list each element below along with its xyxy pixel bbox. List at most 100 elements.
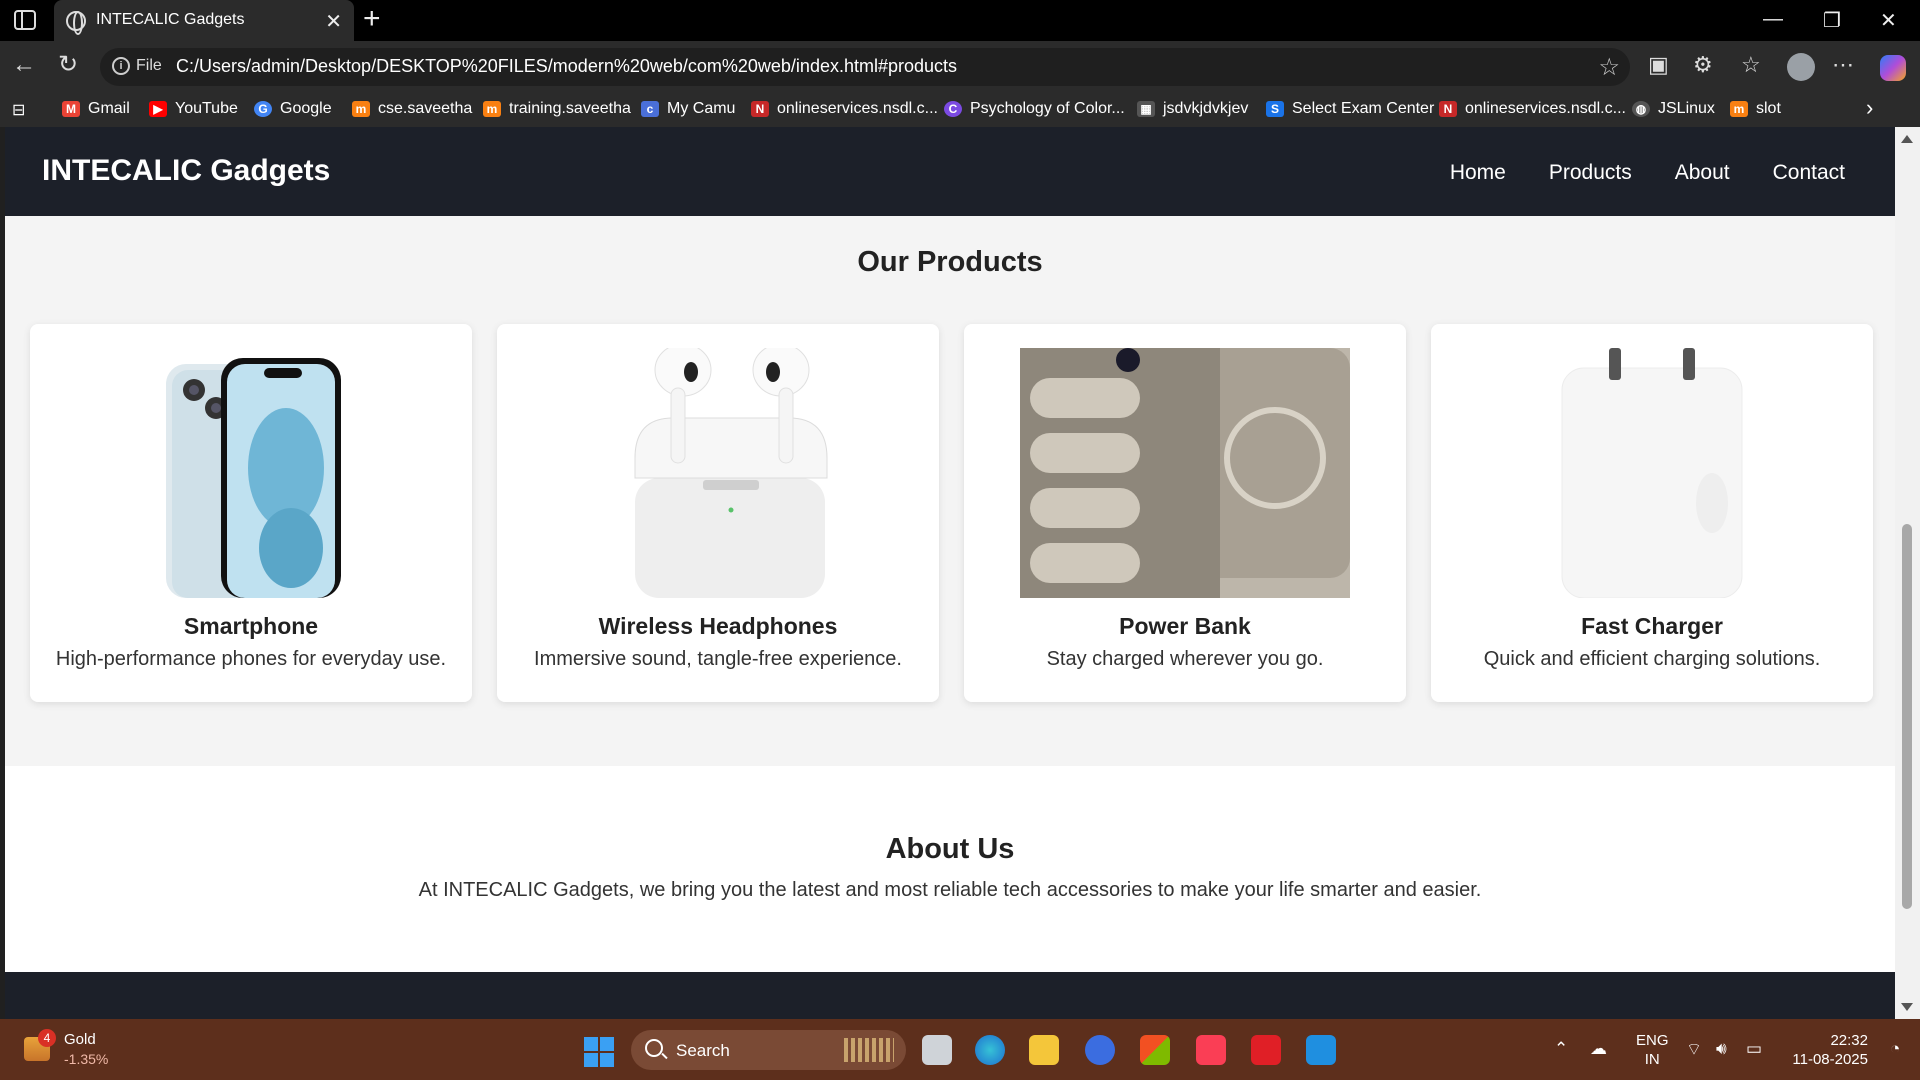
bookmarks-overflow-chevron-icon[interactable]: › [1866,95,1873,121]
url-text[interactable]: C:/Users/admin/Desktop/DESKTOP%20FILES/m… [176,56,957,77]
about-heading: About Us [885,833,1015,865]
windows-logo-icon [584,1037,598,1051]
product-card-smartphone[interactable]: Smartphone High-performance phones for e… [30,324,472,702]
products-heading: Our Products [857,246,1043,278]
bookmark-slot[interactable]: m slot [1730,100,1781,118]
battery-icon[interactable]: ▭ [1746,1039,1762,1059]
nav-home[interactable]: Home [1450,161,1506,185]
edge-icon[interactable] [975,1035,1005,1065]
microsoft-store-icon[interactable] [1140,1035,1170,1065]
info-icon[interactable]: i [112,57,130,75]
bookmark-jsdvkjdvkjev[interactable]: ▦ jsdvkjdvkjev [1137,100,1248,118]
extensions-icon[interactable]: ⚙ [1693,52,1713,78]
new-tab-button[interactable]: + [363,4,381,34]
close-window-button[interactable]: ✕ [1880,8,1897,33]
bookmark-label: training.saveetha [509,100,631,117]
scroll-up-arrow-icon[interactable] [1901,135,1913,143]
task-view-icon[interactable] [922,1035,952,1065]
page-viewport: INTECALIC Gadgets Home Products About Co… [5,127,1895,1019]
canva-icon: C [944,101,962,117]
browser-toolbar: ← ↻ i File C:/Users/admin/Desktop/DESKTO… [0,41,1920,93]
moodle-icon: m [1730,101,1748,117]
youtube-icon: ▶ [149,101,167,117]
bookmark-label: slot [1756,100,1781,117]
system-clock[interactable]: 22:32 11-08-2025 [1786,1031,1868,1069]
favorites-icon[interactable]: ☆ [1741,52,1761,78]
back-icon[interactable]: ← [12,53,36,77]
more-menu-icon[interactable]: ⋯ [1832,52,1854,78]
product-card-fast-charger[interactable]: Fast Charger Quick and efficient chargin… [1431,324,1873,702]
product-name: Wireless Headphones [598,613,838,639]
scrollbar-thumb[interactable] [1902,524,1912,909]
camu-icon: c [641,101,659,117]
file-explorer-icon[interactable] [1029,1035,1059,1065]
bookmark-label: Psychology of Color... [970,100,1125,117]
bookmark-youtube[interactable]: ▶ YouTube [149,100,238,118]
split-screen-icon[interactable]: ▣ [1648,52,1669,78]
bookmark-label: onlineservices.nsdl.c... [1465,100,1626,117]
moodle-icon: m [483,101,501,117]
bookmark-my-camu[interactable]: c My Camu [641,100,735,118]
tray-overflow-chevron-icon[interactable]: ⌃ [1554,1039,1568,1059]
input-language[interactable]: ENG IN [1636,1031,1669,1069]
bookmark-google[interactable]: G Google [254,100,332,118]
restore-button[interactable]: ❐ [1823,8,1841,33]
taskbar-search[interactable]: Search [631,1030,906,1070]
widget-change: -1.35% [64,1051,109,1067]
product-card-wireless-headphones[interactable]: Wireless Headphones Immersive sound, tan… [497,324,939,702]
bookmark-jslinux[interactable]: ◍ JSLinux [1632,100,1715,118]
bookmark-nsdl-2[interactable]: Nonlineservices.nsdl.c... [1439,100,1626,118]
site-header: INTECALIC Gadgets Home Products About Co… [5,127,1895,216]
bookmark-gmail[interactable]: M Gmail [62,100,130,118]
product-name: Fast Charger [1581,613,1723,639]
bookmark-label: My Camu [667,100,736,117]
bookmark-label: Gmail [88,100,130,117]
close-tab-icon[interactable]: ✕ [325,9,342,34]
product-description: High-performance phones for everyday use… [55,648,447,670]
tab-strip: INTECALIC Gadgets ✕ + — ❐ ✕ [0,0,1920,41]
gmail-icon: M [62,101,80,117]
address-bar[interactable]: i File C:/Users/admin/Desktop/DESKTOP%20… [100,48,1630,86]
nav-contact[interactable]: Contact [1773,161,1845,185]
widget-badge: 4 [38,1029,56,1047]
windows-logo-icon [584,1053,598,1067]
onedrive-icon[interactable]: ☁ [1590,1039,1607,1059]
favorite-star-icon[interactable]: ☆ [1598,53,1620,82]
calendar-icon: ▦ [1137,101,1155,117]
notifications-icon[interactable]: ◔ [1890,1039,1900,1059]
bookmark-psychology-of-color[interactable]: C Psychology of Color... [944,100,1125,118]
nav-products[interactable]: Products [1549,161,1632,185]
bookmark-training-saveetha[interactable]: m training.saveetha [483,100,631,118]
product-name: Smartphone [183,613,319,639]
bookmark-label: JSLinux [1658,100,1715,117]
copilot-icon[interactable] [1880,55,1906,81]
product-description: Immersive sound, tangle-free experience. [534,648,902,670]
windows-logo-icon [600,1053,614,1067]
tab-active[interactable]: INTECALIC Gadgets ✕ [54,0,354,41]
minimize-button[interactable]: — [1763,8,1783,31]
bookmark-nsdl-1[interactable]: Nonlineservices.nsdl.c... [751,100,938,118]
bookmark-select-exam-center[interactable]: S Select Exam Center [1266,100,1434,118]
nav-about[interactable]: About [1675,161,1730,185]
reload-icon[interactable]: ↻ [58,53,78,77]
region-code: IN [1644,1051,1660,1068]
sidebar-toggle-icon[interactable] [14,10,36,30]
start-button[interactable] [584,1037,614,1067]
search-label: Search [676,1041,730,1060]
profile-avatar[interactable] [1787,53,1815,81]
app-icon[interactable] [1085,1035,1115,1065]
url-scheme: File [136,57,162,74]
site-brand[interactable]: INTECALIC Gadgets [42,154,330,188]
reading-list-icon[interactable]: ⊟ [12,100,25,120]
vscode-icon[interactable] [1306,1035,1336,1065]
page-scrollbar[interactable] [1895,127,1920,1019]
smartphone-image [166,358,341,598]
wps-office-icon[interactable] [1251,1035,1281,1065]
music-icon[interactable] [1196,1035,1226,1065]
google-icon: G [254,101,272,117]
volume-icon[interactable]: 🔊︎ [1716,1039,1727,1059]
product-card-power-bank[interactable]: Power Bank Stay charged wherever you go. [964,324,1406,702]
bookmark-cse-saveetha[interactable]: m cse.saveetha [352,100,472,118]
scroll-down-arrow-icon[interactable] [1901,1003,1913,1011]
wifi-icon[interactable]: ⌔ [1686,1039,1702,1060]
